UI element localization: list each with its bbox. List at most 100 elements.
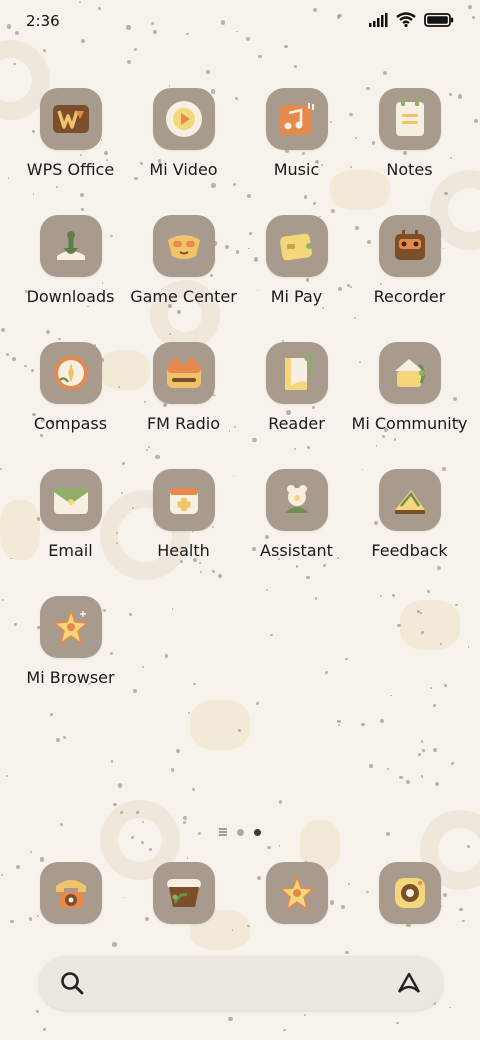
fm-radio-icon bbox=[152, 342, 215, 404]
assistant-icon bbox=[265, 469, 328, 531]
wallpaper-speck bbox=[120, 811, 124, 814]
reader-icon bbox=[265, 342, 328, 404]
app-mi-browser[interactable]: Mi Browser bbox=[14, 596, 127, 687]
app-feedback[interactable]: Feedback bbox=[353, 469, 466, 560]
app-compass[interactable]: Compass bbox=[14, 342, 127, 433]
app-reader[interactable]: Reader bbox=[240, 342, 353, 433]
wallpaper-speck bbox=[183, 820, 187, 824]
battery-icon bbox=[424, 12, 454, 27]
mi-video-icon bbox=[152, 88, 215, 150]
mi-browser-icon bbox=[39, 596, 102, 658]
page-indicator[interactable] bbox=[0, 828, 480, 836]
health-icon bbox=[152, 469, 215, 531]
mi-pay-icon bbox=[265, 215, 328, 277]
search-icon[interactable] bbox=[59, 970, 85, 996]
downloads-icon bbox=[39, 215, 102, 277]
wallpaper-speck bbox=[450, 761, 454, 765]
wallpaper-speck bbox=[228, 1016, 233, 1021]
assistant-a-icon[interactable] bbox=[395, 970, 423, 996]
wallpaper-speck bbox=[399, 775, 403, 780]
wallpaper-speck bbox=[473, 118, 478, 123]
page-dot-2-active[interactable] bbox=[254, 828, 261, 836]
wallpaper-speck bbox=[36, 1009, 39, 1013]
app-label: Compass bbox=[33, 414, 108, 433]
app-label: Assistant bbox=[260, 541, 333, 560]
wallpaper-speck bbox=[380, 718, 385, 723]
wallpaper-speck bbox=[0, 467, 3, 470]
wallpaper-speck bbox=[42, 1028, 46, 1032]
app-label: Reader bbox=[268, 414, 325, 433]
wallpaper-speck bbox=[467, 845, 470, 848]
status-icons bbox=[368, 12, 454, 27]
app-fm-radio[interactable]: FM Radio bbox=[127, 342, 240, 433]
mi-community-icon bbox=[378, 342, 441, 404]
wallpaper-speck bbox=[360, 722, 365, 727]
wallpaper-speck bbox=[434, 781, 439, 786]
wallpaper-speck bbox=[337, 719, 341, 723]
wallpaper-speck bbox=[63, 735, 67, 740]
wallpaper-speck bbox=[182, 816, 187, 821]
wallpaper-speck bbox=[256, 702, 259, 706]
app-mi-community[interactable]: Mi Community bbox=[352, 342, 467, 433]
wallpaper-speck bbox=[135, 810, 139, 814]
page-dot-1[interactable] bbox=[237, 828, 244, 836]
camera-icon bbox=[378, 862, 441, 924]
app-recorder[interactable]: Recorder bbox=[353, 215, 466, 306]
app-label: Recorder bbox=[373, 287, 446, 306]
dock-phone[interactable] bbox=[14, 862, 127, 924]
wallpaper-speck bbox=[284, 44, 288, 49]
wallpaper-speck bbox=[448, 1006, 451, 1009]
email-icon bbox=[39, 469, 102, 531]
wallpaper-speck bbox=[133, 689, 138, 694]
wallpaper-speck bbox=[175, 748, 180, 754]
app-mi-pay[interactable]: Mi Pay bbox=[240, 215, 353, 306]
status-time: 2:36 bbox=[26, 12, 60, 30]
messages-icon bbox=[152, 862, 215, 924]
app-health[interactable]: Health bbox=[127, 469, 240, 560]
wallpaper-speck bbox=[420, 740, 423, 743]
app-label: Music bbox=[273, 160, 320, 179]
wallpaper-speck bbox=[429, 687, 432, 690]
app-notes[interactable]: Notes bbox=[353, 88, 466, 179]
wallpaper-speck bbox=[433, 748, 437, 753]
wallpaper-speck bbox=[396, 1021, 399, 1025]
app-label: Game Center bbox=[130, 287, 237, 306]
wallpaper-speck bbox=[258, 54, 262, 58]
browser-icon bbox=[265, 862, 328, 924]
wallpaper-speck bbox=[30, 851, 33, 854]
app-game-center[interactable]: Game Center bbox=[127, 215, 240, 306]
wallpaper-speck bbox=[294, 65, 297, 68]
wallpaper-speck bbox=[168, 84, 171, 87]
wallpaper-speck bbox=[304, 1014, 307, 1016]
wallpaper-speck bbox=[237, 729, 241, 733]
status-bar: 2:36 bbox=[0, 0, 480, 42]
app-music[interactable]: Music bbox=[240, 88, 353, 179]
search-bar[interactable] bbox=[39, 956, 443, 1010]
dock-messages[interactable] bbox=[127, 862, 240, 924]
recorder-icon bbox=[378, 215, 441, 277]
phone-icon bbox=[39, 862, 102, 924]
wallpaper-speck bbox=[337, 724, 340, 727]
wallpaper-speck bbox=[192, 787, 196, 792]
wallpaper-speck bbox=[420, 775, 424, 778]
wallpaper-speck bbox=[110, 760, 114, 763]
wallpaper-speck bbox=[5, 353, 9, 357]
dock-browser[interactable] bbox=[240, 862, 353, 924]
app-label: FM Radio bbox=[146, 414, 221, 433]
app-downloads[interactable]: Downloads bbox=[14, 215, 127, 306]
app-label: Feedback bbox=[371, 541, 448, 560]
signal-icon bbox=[369, 12, 388, 27]
app-wps-office[interactable]: WPS Office bbox=[14, 88, 127, 179]
app-assistant[interactable]: Assistant bbox=[240, 469, 353, 560]
wallpaper-speck bbox=[386, 767, 389, 770]
wallpaper-speck bbox=[59, 823, 63, 827]
game-center-icon bbox=[152, 215, 215, 277]
app-email[interactable]: Email bbox=[14, 469, 127, 560]
wallpaper-speck bbox=[0, 327, 6, 333]
app-mi-video[interactable]: Mi Video bbox=[127, 88, 240, 179]
dock-camera[interactable] bbox=[353, 862, 466, 924]
app-label: Downloads bbox=[26, 287, 115, 306]
wallpaper-speck bbox=[283, 1029, 286, 1032]
wallpaper-speck bbox=[10, 557, 12, 560]
feedback-icon bbox=[378, 469, 441, 531]
